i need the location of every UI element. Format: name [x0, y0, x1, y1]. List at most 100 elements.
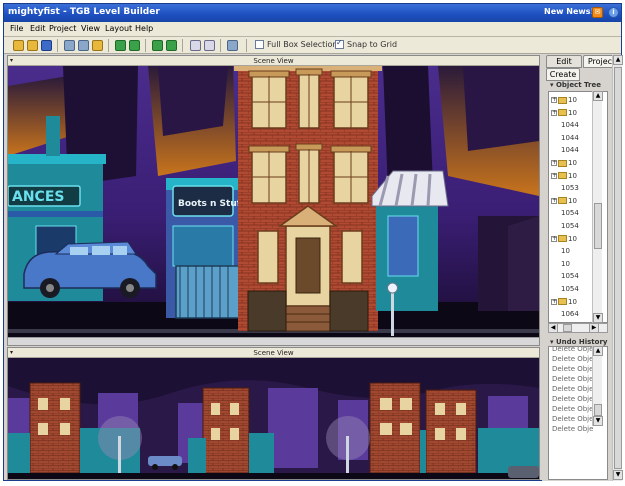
- scene-view-bottom[interactable]: ▾ Scene View: [7, 347, 540, 480]
- full-box-selection-checkbox[interactable]: [255, 40, 264, 49]
- tree-item-label: 10: [568, 297, 577, 306]
- scroll-down-icon[interactable]: ▼: [593, 313, 603, 323]
- tree-item[interactable]: +10: [551, 157, 577, 169]
- tree-item[interactable]: +10: [551, 170, 577, 182]
- title-bar: mightyfist - TGB Level Builder New News!…: [4, 4, 621, 22]
- tree-item[interactable]: 1054: [561, 283, 579, 295]
- tree-item-label: 1054: [561, 272, 579, 281]
- tree-item[interactable]: 1054: [561, 220, 579, 232]
- redo-icon[interactable]: [129, 40, 140, 51]
- folder-up-icon[interactable]: [152, 40, 163, 51]
- expand-icon[interactable]: +: [551, 197, 557, 204]
- menu-edit[interactable]: Edit: [30, 24, 46, 33]
- menu-layout[interactable]: Layout: [105, 24, 132, 33]
- menu-file[interactable]: File: [10, 24, 23, 33]
- undo-icon[interactable]: [115, 40, 126, 51]
- tree-item[interactable]: 1054: [561, 207, 579, 219]
- tree-item[interactable]: +10: [551, 107, 577, 119]
- toolbar-separator: [182, 39, 183, 52]
- hscroll-thumb[interactable]: [563, 324, 572, 332]
- tree-item-label: 1044: [561, 146, 579, 155]
- folder-icon: [558, 96, 567, 104]
- mail-icon[interactable]: ✉: [592, 7, 603, 18]
- open-folder-icon[interactable]: [27, 40, 38, 51]
- folder-icon: [558, 109, 567, 117]
- collapse-icon[interactable]: ▾: [10, 56, 13, 66]
- tab-create[interactable]: Create: [546, 68, 580, 81]
- collapse-icon[interactable]: ▾: [550, 338, 554, 346]
- tree-item-label: 10: [568, 159, 577, 167]
- object-tree-hscroll[interactable]: ◀ ▶: [548, 323, 608, 333]
- tree-item[interactable]: 1053: [561, 182, 579, 194]
- app-window: mightyfist - TGB Level Builder New News!…: [3, 3, 623, 481]
- play-icon[interactable]: [190, 40, 201, 51]
- scroll-up-icon[interactable]: ▲: [613, 55, 623, 65]
- toolbar-separator: [145, 39, 146, 52]
- scroll-left-icon[interactable]: ◀: [548, 323, 558, 333]
- expand-icon[interactable]: +: [551, 298, 557, 305]
- scene-view-top[interactable]: ▾ Scene View ANCES Boots n Stuff: [7, 55, 540, 346]
- menu-help[interactable]: Help: [135, 24, 153, 33]
- tree-item[interactable]: 1044: [561, 144, 579, 156]
- menu-view[interactable]: View: [81, 24, 100, 33]
- scroll-thumb[interactable]: [614, 67, 622, 469]
- tree-item[interactable]: 10: [561, 245, 570, 257]
- info-icon[interactable]: i: [608, 7, 619, 18]
- copy-icon[interactable]: [78, 40, 89, 51]
- right-panel-scrollbar[interactable]: ▲ ▼: [612, 55, 623, 481]
- tree-item[interactable]: +10: [551, 233, 577, 245]
- menu-project[interactable]: Project: [49, 24, 76, 33]
- undo-item[interactable]: Delete Obje: [552, 395, 593, 403]
- scroll-down-icon[interactable]: ▼: [613, 470, 623, 480]
- tab-edit[interactable]: Edit: [546, 55, 582, 68]
- undo-scrollbar[interactable]: ▲ ▼: [592, 346, 603, 426]
- undo-item[interactable]: Delete Obje: [552, 355, 593, 363]
- tree-item[interactable]: 1064: [561, 308, 579, 320]
- tree-item[interactable]: 10: [561, 258, 570, 270]
- expand-icon[interactable]: +: [551, 172, 557, 179]
- city-street-scene: ANCES Boots n Stuff: [8, 66, 539, 337]
- object-tree-header[interactable]: ▾ Object Tree: [550, 81, 614, 91]
- scroll-down-icon[interactable]: ▼: [593, 416, 603, 426]
- select-cursor-icon[interactable]: [204, 40, 215, 51]
- expand-icon[interactable]: +: [551, 160, 557, 166]
- collapse-icon[interactable]: ▾: [550, 81, 554, 89]
- snap-to-grid-label: Snap to Grid: [347, 40, 398, 49]
- snap-to-grid-checkbox[interactable]: [335, 38, 344, 49]
- tree-item[interactable]: +10: [551, 94, 577, 106]
- expand-icon[interactable]: +: [551, 97, 557, 103]
- undo-item[interactable]: Delete Obje: [552, 385, 593, 393]
- undo-item[interactable]: Delete Obje: [552, 415, 593, 423]
- undo-item[interactable]: Delete Obje: [552, 365, 593, 373]
- scene-canvas-top[interactable]: ANCES Boots n Stuff: [8, 66, 539, 337]
- scroll-up-icon[interactable]: ▲: [593, 91, 603, 101]
- tree-item[interactable]: +10: [551, 195, 577, 207]
- save-icon[interactable]: [41, 40, 52, 51]
- tree-item[interactable]: 1044: [561, 132, 579, 144]
- expand-icon[interactable]: +: [551, 235, 557, 242]
- object-tree-scrollbar[interactable]: ▲ ▼: [592, 91, 603, 323]
- folder-icon: [558, 172, 567, 180]
- expand-icon[interactable]: +: [551, 109, 557, 116]
- tree-item[interactable]: 1044: [561, 119, 579, 131]
- tree-item[interactable]: 1054: [561, 270, 579, 282]
- folder-down-icon[interactable]: [166, 40, 177, 51]
- news-link[interactable]: New News!: [544, 7, 594, 16]
- new-file-icon[interactable]: [13, 40, 24, 51]
- tree-item[interactable]: +10: [551, 296, 577, 308]
- undo-item[interactable]: Delete Obje: [552, 405, 593, 413]
- undo-item[interactable]: Delete Obje: [552, 375, 593, 383]
- undo-item[interactable]: Delete Obje: [552, 425, 593, 433]
- undo-item[interactable]: Delete Obje: [552, 347, 593, 353]
- cut-icon[interactable]: [64, 40, 75, 51]
- paste-icon[interactable]: [92, 40, 103, 51]
- scroll-up-icon[interactable]: ▲: [593, 346, 603, 356]
- scene-view-header: ▾ Scene View: [8, 348, 539, 358]
- undo-history-title: Undo History: [555, 338, 608, 346]
- scene-canvas-bottom[interactable]: [8, 358, 539, 479]
- camera-view-icon[interactable]: [227, 40, 238, 51]
- scroll-thumb[interactable]: [594, 203, 602, 249]
- scroll-right-icon[interactable]: ▶: [589, 323, 599, 333]
- scroll-thumb[interactable]: [594, 404, 602, 416]
- collapse-icon[interactable]: ▾: [10, 348, 13, 358]
